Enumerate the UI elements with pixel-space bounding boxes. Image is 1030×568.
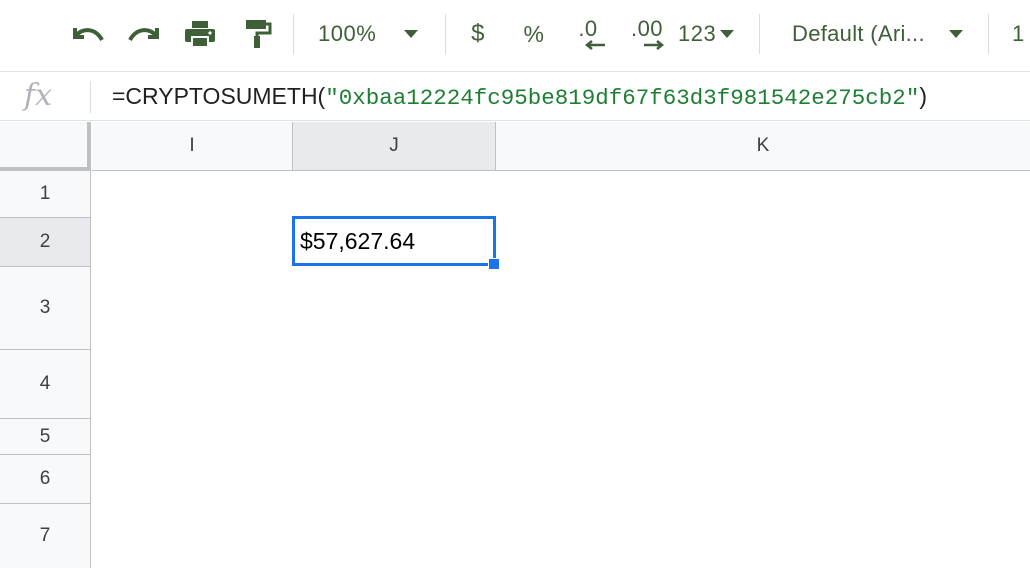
row-header-1[interactable]: 1 [0,171,91,218]
font-family-label: Default (Ari... [792,21,925,46]
fx-icon: fx [24,78,53,113]
currency-format-button[interactable]: $ [462,14,494,54]
percent-format-button[interactable]: % [518,14,550,54]
formula-string-argument: "0xbaa12224fc95be819df67f63d3f981542e275… [325,85,920,111]
toolbar-divider [759,14,760,54]
font-size-select[interactable]: 1 [1012,14,1030,54]
row-header-4[interactable]: 4 [0,350,91,419]
print-icon [185,21,215,48]
more-formats-select[interactable]: 123 [678,14,744,54]
toolbar-divider [988,14,989,54]
column-header-i[interactable]: I [92,122,293,171]
arrow-right-icon [644,40,665,50]
chevron-down-icon [404,30,419,38]
zoom-label: 100% [318,21,377,46]
arrow-left-icon [584,40,605,50]
column-header-j[interactable]: J [293,122,496,171]
active-cell-j2[interactable]: $57,627.64 [292,216,496,266]
row-header-7[interactable]: 7 [0,504,91,568]
redo-button[interactable] [124,14,164,54]
redo-icon [128,28,159,42]
row-header-6[interactable]: 6 [0,455,91,504]
toolbar: 100% $ % .0 .00 123 Default (Ari... 1 [0,0,1030,70]
increase-decimal-label: .00 [630,16,664,41]
chevron-down-icon [948,30,963,38]
fill-handle[interactable] [488,258,500,270]
font-family-select[interactable]: Default (Ari... [792,14,972,54]
formula-bar: fx =CRYPTOSUMETH("0xbaa12224fc95be819df6… [0,71,1030,121]
row-header-2[interactable]: 2 [0,218,91,267]
font-size-label: 1 [1012,21,1025,46]
paint-format-icon [246,20,272,48]
cell-area[interactable] [92,171,1030,568]
spreadsheet-grid: I J K 1 2 3 4 5 6 7 $57,627.64 [0,122,1030,568]
chevron-down-icon [720,30,735,38]
percent-label: % [523,20,545,47]
row-header-5[interactable]: 5 [0,419,91,455]
increase-decimal-button[interactable]: .00 [622,14,672,54]
paint-format-button[interactable] [238,14,278,54]
column-header-k[interactable]: K [496,122,1030,171]
undo-icon [73,28,104,42]
more-formats-label: 123 [678,21,717,46]
formula-bar-divider [90,81,91,113]
currency-label: $ [471,20,485,47]
select-all-corner[interactable] [0,122,91,171]
cell-value: $57,627.64 [300,227,416,254]
formula-prefix: =CRYPTOSUMETH( [112,83,326,109]
formula-input[interactable]: =CRYPTOSUMETH("0xbaa12224fc95be819df67f6… [112,83,927,111]
undo-button[interactable] [68,14,108,54]
row-header-3[interactable]: 3 [0,267,91,350]
decrease-decimal-button[interactable]: .0 [566,14,610,54]
print-button[interactable] [180,14,220,54]
toolbar-divider [445,14,446,54]
formula-suffix: ) [919,83,927,109]
zoom-select[interactable]: 100% [318,14,438,54]
decrease-decimal-label: .0 [578,16,598,41]
toolbar-divider [293,14,294,54]
